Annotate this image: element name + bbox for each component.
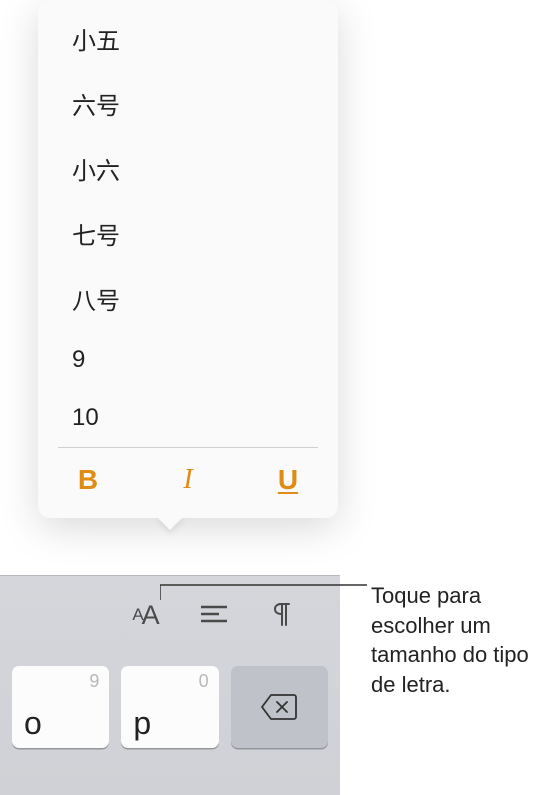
keyboard-area: A A 9 o 0 p xyxy=(0,575,340,795)
align-icon xyxy=(201,605,227,625)
size-option[interactable]: 七号 xyxy=(38,201,338,266)
size-option[interactable]: 八号 xyxy=(38,266,338,331)
pilcrow-icon xyxy=(272,603,292,627)
key-label: o xyxy=(24,705,42,742)
size-option[interactable]: 小六 xyxy=(38,136,338,201)
key-hint: 0 xyxy=(199,671,209,692)
underline-icon: U xyxy=(278,464,298,496)
format-toolbar: A A xyxy=(0,576,340,638)
key-p[interactable]: 0 p xyxy=(121,666,218,748)
size-option[interactable]: 9 xyxy=(38,331,338,389)
size-option[interactable]: 10 xyxy=(38,389,338,447)
bold-button[interactable]: B xyxy=(38,456,138,504)
paragraph-button[interactable] xyxy=(248,592,316,638)
key-hint: 9 xyxy=(89,671,99,692)
format-row: B I U xyxy=(38,448,338,518)
italic-icon: I xyxy=(183,464,192,496)
font-size-list: 小五 六号 小六 七号 八号 9 10 xyxy=(38,0,338,447)
popover-tail xyxy=(156,516,184,530)
bold-icon: B xyxy=(78,464,98,496)
key-o[interactable]: 9 o xyxy=(12,666,109,748)
size-option[interactable]: 小五 xyxy=(38,6,338,71)
font-size-button[interactable]: A A xyxy=(112,592,180,638)
key-label: p xyxy=(133,705,151,742)
alignment-button[interactable] xyxy=(180,592,248,638)
size-option[interactable]: 六号 xyxy=(38,71,338,136)
font-large-a-icon: A xyxy=(142,600,160,631)
key-row: 9 o 0 p xyxy=(0,638,340,748)
font-size-popover: 小五 六号 小六 七号 八号 9 10 B I U xyxy=(38,0,338,518)
delete-key[interactable] xyxy=(231,666,328,748)
callout-text: Toque para escolher um tamanho do tipo d… xyxy=(371,581,547,700)
underline-button[interactable]: U xyxy=(238,456,338,504)
italic-button[interactable]: I xyxy=(138,456,238,504)
backspace-icon xyxy=(260,693,298,721)
